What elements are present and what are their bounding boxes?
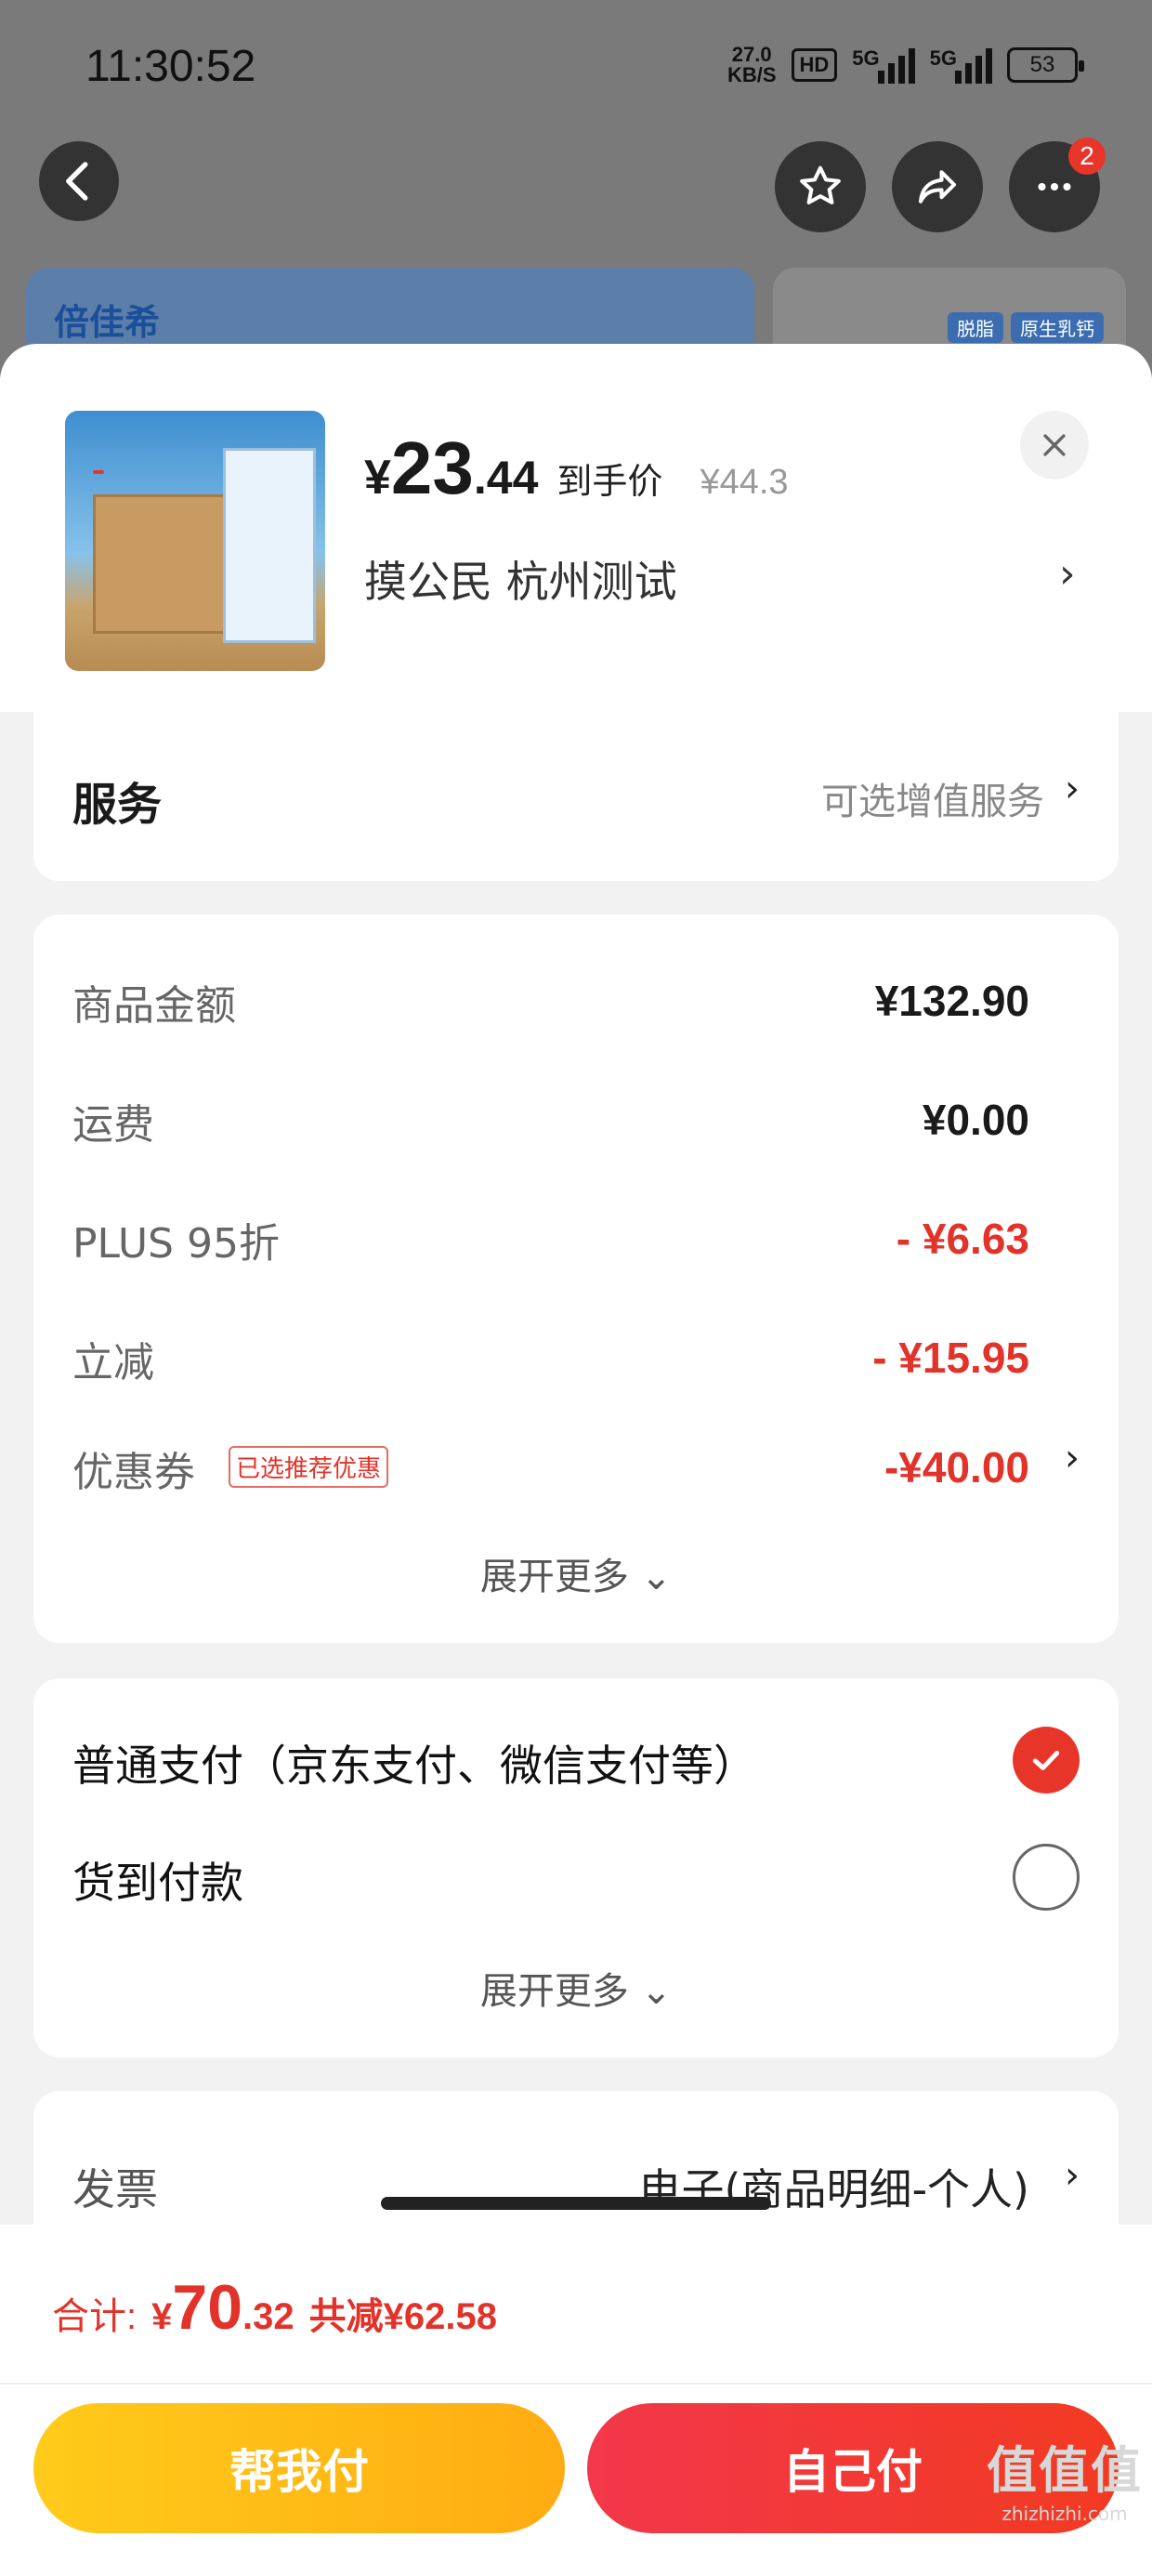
network-speed: 27.0 KB/S (727, 45, 777, 85)
coupon-tag: 已选推荐优惠 (229, 1446, 389, 1488)
expand-more-label: 展开更多 (479, 1556, 629, 1598)
expand-more-label: 展开更多 (479, 1970, 629, 2013)
coupon-value[interactable]: -¥40.00 (884, 1442, 1029, 1492)
signal-label: 5G (852, 46, 880, 70)
checkout-sheet: ¥ 23 .44 到手价 ¥44.3 摸公民 杭州测试 › 服务 可选增值服务 … (0, 344, 1152, 2576)
amount-row-label: PLUS 95折 (72, 1220, 280, 1268)
watermark: 值值值 zhizhizhi.com (987, 2429, 1143, 2525)
close-button[interactable] (1020, 411, 1089, 480)
signal-label-2: 5G (929, 46, 957, 70)
background-tags: 脱脂 原生乳钙 (948, 312, 1104, 343)
more-button[interactable]: 2 (1009, 138, 1106, 232)
amount-row-value: - ¥15.95 (872, 1334, 1029, 1382)
invoice-label: 发票 (72, 2164, 158, 2215)
total-label: 合计: (52, 2296, 137, 2337)
payment-methods: 普通支付（京东支付、微信支付等） 货到付款 展开更多 ⌄ (33, 1678, 1119, 2057)
coupon-label[interactable]: 优惠券 (72, 1439, 195, 1498)
favorite-button[interactable] (775, 141, 866, 232)
back-button[interactable] (39, 141, 119, 221)
status-icons: 27.0 KB/S HD 5G 5G 53 (727, 45, 1084, 85)
check-icon (1032, 1751, 1060, 1770)
status-time: 11:30:52 (85, 42, 256, 91)
chevron-left-icon (66, 162, 88, 201)
final-price: ¥ 23 .44 到手价 ¥44.3 (364, 426, 789, 511)
total-decimal: .32 (242, 2296, 295, 2337)
background-brand-logo: 倍佳希 (54, 302, 161, 343)
help-pay-button[interactable]: 帮我付 (33, 2403, 565, 2533)
payment-option-label[interactable]: 货到付款 (72, 1849, 243, 1911)
price-integer: 23 (390, 427, 474, 509)
product-carton-graphic (223, 448, 316, 643)
signal-icon-2: 5G (930, 46, 992, 84)
share-button[interactable] (892, 141, 983, 232)
amount-row-label: 商品金额 (72, 982, 236, 1030)
network-speed-value: 27.0 (731, 43, 772, 66)
battery-icon: 53 (1007, 47, 1084, 83)
product-box-graphic (93, 494, 232, 634)
amount-row-value: ¥0.00 (922, 1096, 1029, 1144)
chevron-right-icon: › (1065, 768, 1080, 810)
chevron-right-icon: › (1065, 2154, 1080, 2197)
watermark-logo: 值值值 (987, 2441, 1143, 2500)
amount-row-label: 立减 (72, 1339, 154, 1387)
status-bar: 11:30:52 27.0 KB/S HD 5G 5G 53 (0, 0, 1152, 139)
delivery-address[interactable]: 摸公民 杭州测试 (364, 548, 677, 610)
amount-row-value: - ¥6.63 (896, 1215, 1029, 1263)
original-price: ¥44.3 (700, 463, 789, 502)
payment-option-label[interactable]: 普通支付（京东支付、微信支付等） (72, 1732, 756, 1794)
checkout-bar: 合计: ¥ 70 .32 共减¥62.58 帮我付 自己付 值值值 zhizhi… (0, 2225, 1152, 2576)
service-title: 服务 (72, 779, 163, 831)
total-symbol: ¥ (151, 2296, 173, 2337)
network-speed-unit: KB/S (727, 63, 777, 86)
price-label: 到手价 (556, 461, 663, 502)
star-icon (800, 165, 841, 204)
more-dots-icon (1038, 182, 1071, 191)
amount-row-label: 运费 (72, 1101, 154, 1149)
amount-row-value: ¥132.90 (874, 977, 1029, 1025)
share-icon (918, 170, 957, 204)
background-tag: 脱脂 (948, 312, 1003, 343)
service-row[interactable]: 服务 可选增值服务 › (33, 712, 1119, 881)
expand-more-button[interactable]: 展开更多 ⌄ (33, 1546, 1119, 1600)
product-image[interactable] (65, 411, 325, 671)
chevron-down-icon: ⌄ (640, 1556, 673, 1598)
notification-badge: 2 (1068, 138, 1106, 175)
total-summary: 合计: ¥ 70 .32 共减¥62.58 (52, 2271, 497, 2344)
divider (0, 2383, 1152, 2385)
product-header: ¥ 23 .44 到手价 ¥44.3 摸公民 杭州测试 › (0, 344, 1152, 712)
payment-radio[interactable] (1013, 1844, 1080, 1911)
total-saved[interactable]: 共减¥62.58 (309, 2286, 497, 2340)
payment-radio-selected[interactable] (1013, 1727, 1080, 1794)
price-symbol: ¥ (364, 451, 391, 505)
service-value: 可选增值服务 (821, 781, 1044, 823)
price-decimal: .44 (473, 452, 539, 504)
close-icon (1043, 434, 1066, 456)
expand-more-button[interactable]: 展开更多 ⌄ (33, 1961, 1119, 2015)
signal-icon: 5G (852, 46, 915, 84)
hd-icon: HD (791, 48, 838, 82)
chevron-down-icon: ⌄ (640, 1970, 673, 2013)
chevron-right-icon[interactable]: › (1065, 1437, 1080, 1479)
background-tag: 原生乳钙 (1011, 312, 1104, 343)
amount-breakdown: 商品金额 ¥132.90 运费 ¥0.00 PLUS 95折 - ¥6.63 立… (33, 914, 1119, 1643)
product-image-badge-graphic (93, 470, 104, 474)
total-integer: 70 (172, 2272, 243, 2343)
home-indicator[interactable] (381, 2197, 771, 2210)
chevron-right-icon[interactable]: › (1059, 550, 1076, 598)
watermark-url: zhizhizhi.com (1001, 2503, 1128, 2525)
